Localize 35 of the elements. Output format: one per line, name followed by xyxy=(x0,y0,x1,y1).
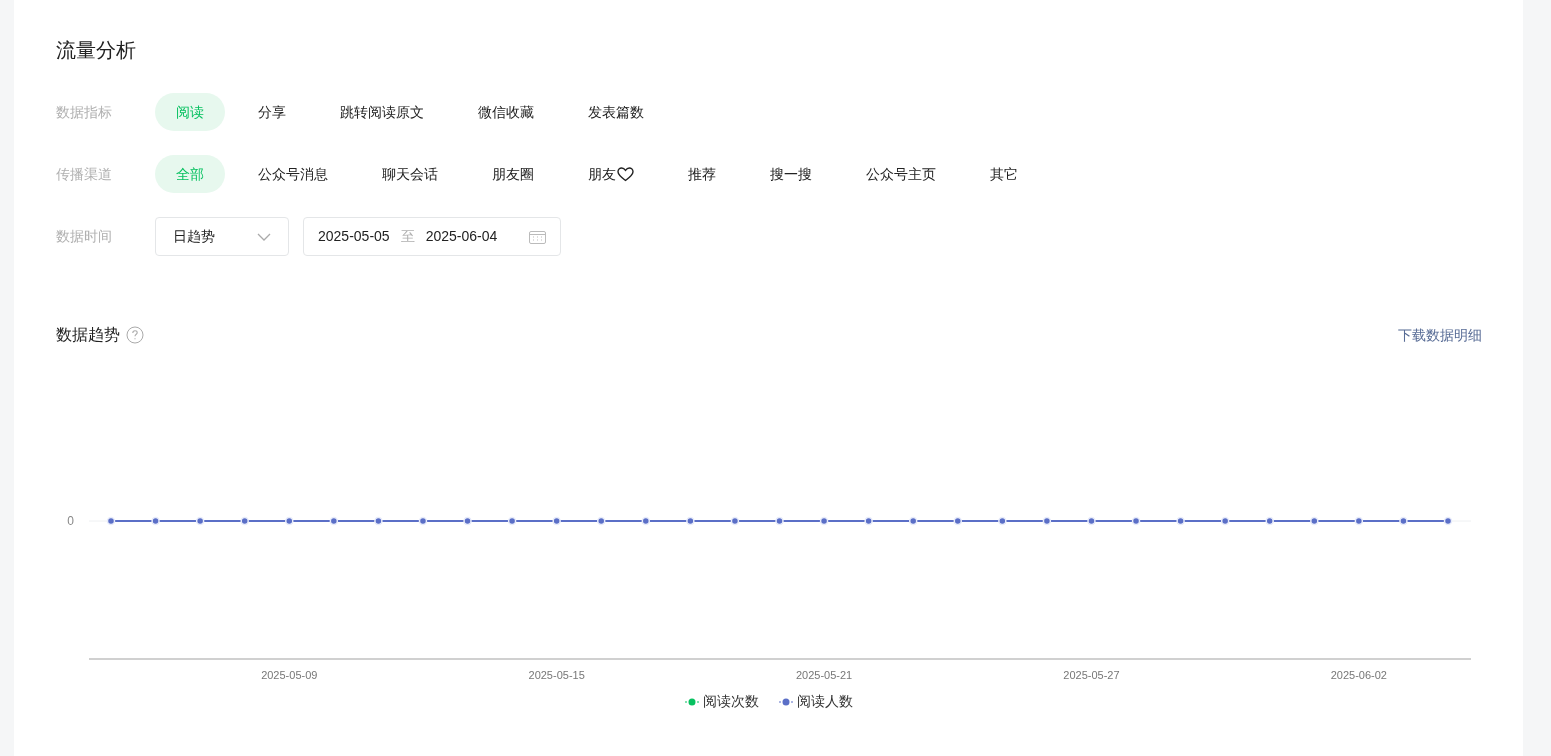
help-icon[interactable] xyxy=(126,326,144,344)
filter-option[interactable]: 推荐 xyxy=(667,155,737,193)
date-range-field[interactable]: 2025-05-05 至 2025-06-04 xyxy=(303,217,561,256)
filter-label: 数据指标 xyxy=(56,102,113,122)
x-tick-label: 2025-05-27 xyxy=(1063,669,1120,681)
filter-option[interactable]: 搜一搜 xyxy=(749,155,833,193)
section-title: 数据趋势 xyxy=(56,325,120,345)
filter-option[interactable]: 其它 xyxy=(969,155,1039,193)
filter-option[interactable]: 朋友圈 xyxy=(471,155,555,193)
filter-option[interactable]: 跳转阅读原文 xyxy=(319,93,445,131)
x-tick-label: 2025-05-15 xyxy=(528,669,585,681)
range-separator: 至 xyxy=(400,227,415,246)
filter-option[interactable]: 聊天会话 xyxy=(361,155,459,193)
calendar-icon xyxy=(529,229,546,244)
filter-option[interactable]: 微信收藏 xyxy=(457,93,555,131)
x-tick-label: 2025-05-09 xyxy=(261,669,318,681)
page-title: 流量分析 xyxy=(56,38,137,63)
trend-select[interactable]: 日趋势 xyxy=(155,217,289,256)
end-date: 2025-06-04 xyxy=(425,227,498,246)
legend-label[interactable]: 阅读人数 xyxy=(797,691,853,712)
filter-option[interactable]: 发表篇数 xyxy=(567,93,665,131)
filter-option[interactable]: 分享 xyxy=(237,93,307,131)
x-tick-label: 2025-06-02 xyxy=(1330,669,1387,681)
chevron-down-icon xyxy=(257,232,271,241)
download-link[interactable]: 下载数据明细 xyxy=(1398,324,1482,346)
filter-option[interactable]: 朋友 xyxy=(567,155,655,193)
start-date: 2025-05-05 xyxy=(318,227,390,246)
filter-label: 传播渠道 xyxy=(56,164,113,184)
filter-label: 数据时间 xyxy=(56,227,113,246)
filter-option[interactable]: 公众号主页 xyxy=(845,155,957,193)
legend-label[interactable]: 阅读次数 xyxy=(703,691,759,712)
y-tick-label: 0 xyxy=(67,514,74,528)
x-tick-label: 2025-05-21 xyxy=(795,669,853,681)
heart-icon xyxy=(617,166,634,182)
filter-option[interactable]: 公众号消息 xyxy=(237,155,349,193)
